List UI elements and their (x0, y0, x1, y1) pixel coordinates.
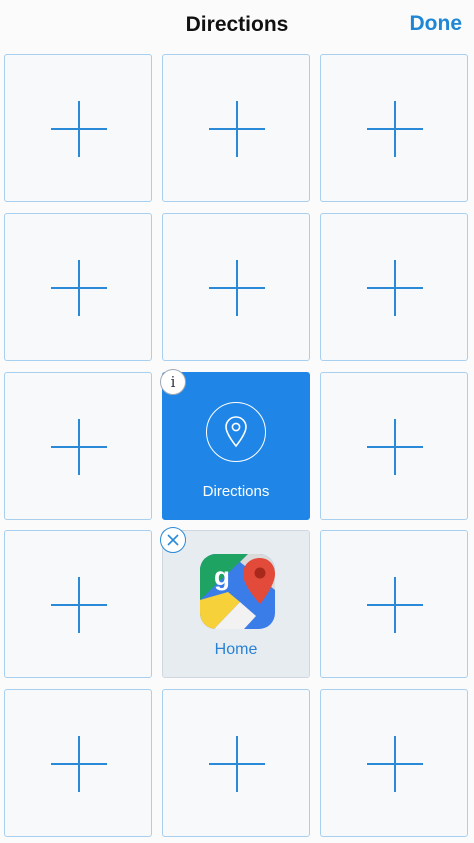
empty-slot[interactable] (4, 372, 152, 520)
empty-slot[interactable] (162, 213, 310, 361)
close-icon[interactable] (160, 527, 186, 553)
widget-grid: Directions g Home (0, 0, 474, 843)
plus-icon (367, 736, 423, 792)
plus-icon (209, 736, 265, 792)
directions-tile-label: Directions (202, 483, 270, 500)
empty-slot[interactable] (4, 689, 152, 837)
info-icon[interactable]: i (160, 369, 186, 395)
plus-icon (51, 577, 107, 633)
location-pin-icon (206, 402, 266, 462)
plus-icon (367, 577, 423, 633)
empty-slot[interactable] (320, 213, 468, 361)
plus-icon (209, 101, 265, 157)
empty-slot[interactable] (4, 530, 152, 678)
directions-tile[interactable]: Directions (162, 372, 310, 520)
plus-icon (51, 260, 107, 316)
home-tile-label: Home (214, 641, 258, 658)
google-maps-app-icon: g (200, 554, 275, 629)
plus-icon (51, 101, 107, 157)
empty-slot[interactable] (162, 54, 310, 202)
plus-icon (51, 419, 107, 475)
empty-slot[interactable] (162, 689, 310, 837)
empty-slot[interactable] (4, 213, 152, 361)
svg-text:g: g (214, 561, 230, 591)
empty-slot[interactable] (4, 54, 152, 202)
plus-icon (367, 260, 423, 316)
empty-slot[interactable] (320, 689, 468, 837)
empty-slot[interactable] (320, 372, 468, 520)
empty-slot[interactable] (320, 530, 468, 678)
home-tile[interactable]: g Home (162, 530, 310, 678)
plus-icon (209, 260, 265, 316)
plus-icon (51, 736, 107, 792)
plus-icon (367, 419, 423, 475)
plus-icon (367, 101, 423, 157)
empty-slot[interactable] (320, 54, 468, 202)
